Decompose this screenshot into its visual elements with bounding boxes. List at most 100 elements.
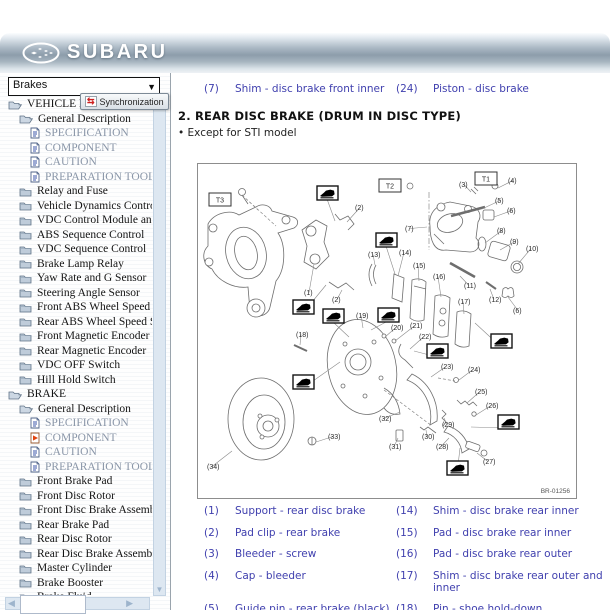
tree-item[interactable]: Hill Hold Switch bbox=[2, 373, 152, 388]
scroll-left-icon[interactable]: ◀ bbox=[8, 598, 15, 609]
tree-item[interactable]: VDC Control Module and Hydrauli bbox=[2, 213, 152, 228]
tree-item-label: Rear Disc Rotor bbox=[37, 533, 112, 545]
scroll-down-icon[interactable]: ▼ bbox=[154, 585, 165, 595]
tree-item-label: General Description bbox=[38, 113, 131, 125]
diagram-part-label: (3) bbox=[459, 182, 468, 189]
doc-icon bbox=[30, 142, 40, 154]
scrollbar-thumb[interactable] bbox=[20, 595, 86, 614]
grease-icon bbox=[376, 233, 397, 247]
folder-icon bbox=[19, 548, 32, 559]
tree-item-label: ABS Sequence Control bbox=[37, 229, 144, 241]
legend-item-number: (5) bbox=[204, 603, 231, 610]
legend-item-number: (24) bbox=[396, 83, 429, 95]
tree-item[interactable]: Front Disc Rotor bbox=[2, 489, 152, 504]
tree-item[interactable]: Yaw Rate and G Sensor bbox=[2, 271, 152, 286]
tree-item[interactable]: Front Disc Brake Assembly bbox=[2, 503, 152, 518]
folder-icon bbox=[19, 476, 32, 487]
diagram-part-label: (18) bbox=[296, 332, 308, 339]
diagram-part-label: (31) bbox=[389, 444, 401, 451]
doc-icon bbox=[30, 156, 40, 168]
tree-item[interactable]: Brake Lamp Relay bbox=[2, 257, 152, 272]
legend-item-number: (17) bbox=[396, 570, 429, 594]
grease-icon bbox=[293, 300, 314, 314]
diagram-part-label: (32) bbox=[379, 416, 391, 423]
tree-item-label: COMPONENT bbox=[45, 142, 117, 154]
tree-item[interactable]: PREPARATION TOOL bbox=[2, 460, 152, 475]
tree-item-label: Brake Lamp Relay bbox=[37, 258, 124, 270]
tree-item-label: CAUTION bbox=[45, 446, 97, 458]
tree-item[interactable]: Rear Disc Rotor bbox=[2, 532, 152, 547]
tree-item[interactable]: Rear ABS Wheel Speed Sensor bbox=[2, 315, 152, 330]
diagram-part-label: (26) bbox=[486, 403, 498, 410]
folder-icon bbox=[19, 258, 32, 269]
folder-icon bbox=[19, 316, 32, 327]
tree-item[interactable]: Relay and Fuse bbox=[2, 184, 152, 199]
tree-item-label: Front Disc Brake Assembly bbox=[37, 504, 152, 516]
tree-item[interactable]: Front ABS Wheel Speed Sensor bbox=[2, 300, 152, 315]
tree-item[interactable]: Front Brake Pad bbox=[2, 474, 152, 489]
folder-icon bbox=[19, 244, 32, 255]
tree-item[interactable]: CAUTION bbox=[2, 445, 152, 460]
diagram-part-label: (27) bbox=[483, 459, 495, 466]
doc-icon bbox=[30, 417, 40, 429]
tree-item[interactable]: Brake Booster bbox=[2, 576, 152, 591]
grease-icon bbox=[317, 186, 338, 200]
support-bracket-drawing bbox=[302, 214, 354, 290]
diagram-part-label: (6) bbox=[513, 308, 522, 315]
tree-item[interactable]: PREPARATION TOOL bbox=[2, 170, 152, 185]
diagram-part-label: (23) bbox=[441, 364, 453, 371]
subaru-stars-icon bbox=[22, 42, 60, 64]
tree-item[interactable]: General Description bbox=[2, 402, 152, 417]
tree-item[interactable]: COMPONENT bbox=[2, 431, 152, 446]
folder-icon bbox=[19, 374, 32, 385]
tool-label: T2 bbox=[386, 184, 394, 191]
tree-item[interactable]: VDC OFF Switch bbox=[2, 358, 152, 373]
tree-item[interactable]: General Description bbox=[2, 112, 152, 127]
legend-item-number: (2) bbox=[204, 527, 231, 539]
diagram-part-label: (15) bbox=[413, 263, 425, 270]
tree-item[interactable]: CAUTION bbox=[2, 155, 152, 170]
tree-item-label: COMPONENT bbox=[45, 432, 117, 444]
diagram-part-label: (16) bbox=[433, 274, 445, 281]
tree-item[interactable]: SPECIFICATION bbox=[2, 416, 152, 431]
diagram-part-label: (11) bbox=[464, 283, 476, 290]
legend-item-number: (1) bbox=[204, 505, 231, 517]
legend-item-text: Shim - disc brake rear inner bbox=[433, 505, 610, 517]
tree-item[interactable]: Vehicle Dynamics Control System bbox=[2, 199, 152, 214]
tree-item[interactable]: VDC Sequence Control bbox=[2, 242, 152, 257]
folder-icon bbox=[19, 302, 32, 313]
tree-item[interactable]: Steering Angle Sensor bbox=[2, 286, 152, 301]
sidebar-vertical-scrollbar[interactable]: ▲ ▼ bbox=[153, 96, 166, 596]
grease-icon bbox=[323, 309, 344, 323]
tree-item[interactable]: Rear Brake Pad bbox=[2, 518, 152, 533]
subaru-logo: SUBARU bbox=[22, 41, 168, 64]
tree-item[interactable]: Rear Magnetic Encoder bbox=[2, 344, 152, 359]
tree-item[interactable]: Rear Disc Brake Assembly bbox=[2, 547, 152, 562]
legend-item-text: Pad - disc brake rear inner bbox=[433, 527, 610, 539]
folder-open-icon bbox=[19, 403, 33, 414]
diagram-part-label: (2) bbox=[332, 297, 341, 304]
tree-item-label: Front Brake Pad bbox=[37, 475, 112, 487]
rotor-drawing bbox=[228, 378, 294, 460]
tree-item-label: Rear Disc Brake Assembly bbox=[37, 548, 152, 560]
diagram-part-label: (33) bbox=[328, 434, 340, 441]
folder-open-icon bbox=[8, 389, 22, 400]
tree-item[interactable]: SPECIFICATION bbox=[2, 126, 152, 141]
doc-active-icon bbox=[30, 432, 40, 444]
brand-title: SUBARU bbox=[67, 41, 168, 64]
tree-item[interactable]: Front Magnetic Encoder bbox=[2, 329, 152, 344]
tree-item[interactable]: BRAKE bbox=[2, 387, 152, 402]
folder-icon bbox=[19, 287, 32, 298]
grease-icon bbox=[491, 334, 512, 348]
tree-item-label: Rear Brake Pad bbox=[37, 519, 109, 531]
diagram-part-label: (7) bbox=[405, 226, 414, 233]
synchronization-button[interactable]: ⇆ Synchronization bbox=[80, 93, 169, 110]
legend-item-text: Bleeder - screw bbox=[235, 548, 392, 560]
scroll-right-icon[interactable]: ▶ bbox=[126, 598, 133, 609]
sidebar-horizontal-scrollbar[interactable]: ◀ ▶ bbox=[5, 597, 150, 610]
doc-icon bbox=[30, 171, 40, 183]
diagram-part-label: (5) bbox=[495, 198, 504, 205]
tree-item[interactable]: ABS Sequence Control bbox=[2, 228, 152, 243]
tree-item[interactable]: Master Cylinder bbox=[2, 561, 152, 576]
tree-item[interactable]: COMPONENT bbox=[2, 141, 152, 156]
